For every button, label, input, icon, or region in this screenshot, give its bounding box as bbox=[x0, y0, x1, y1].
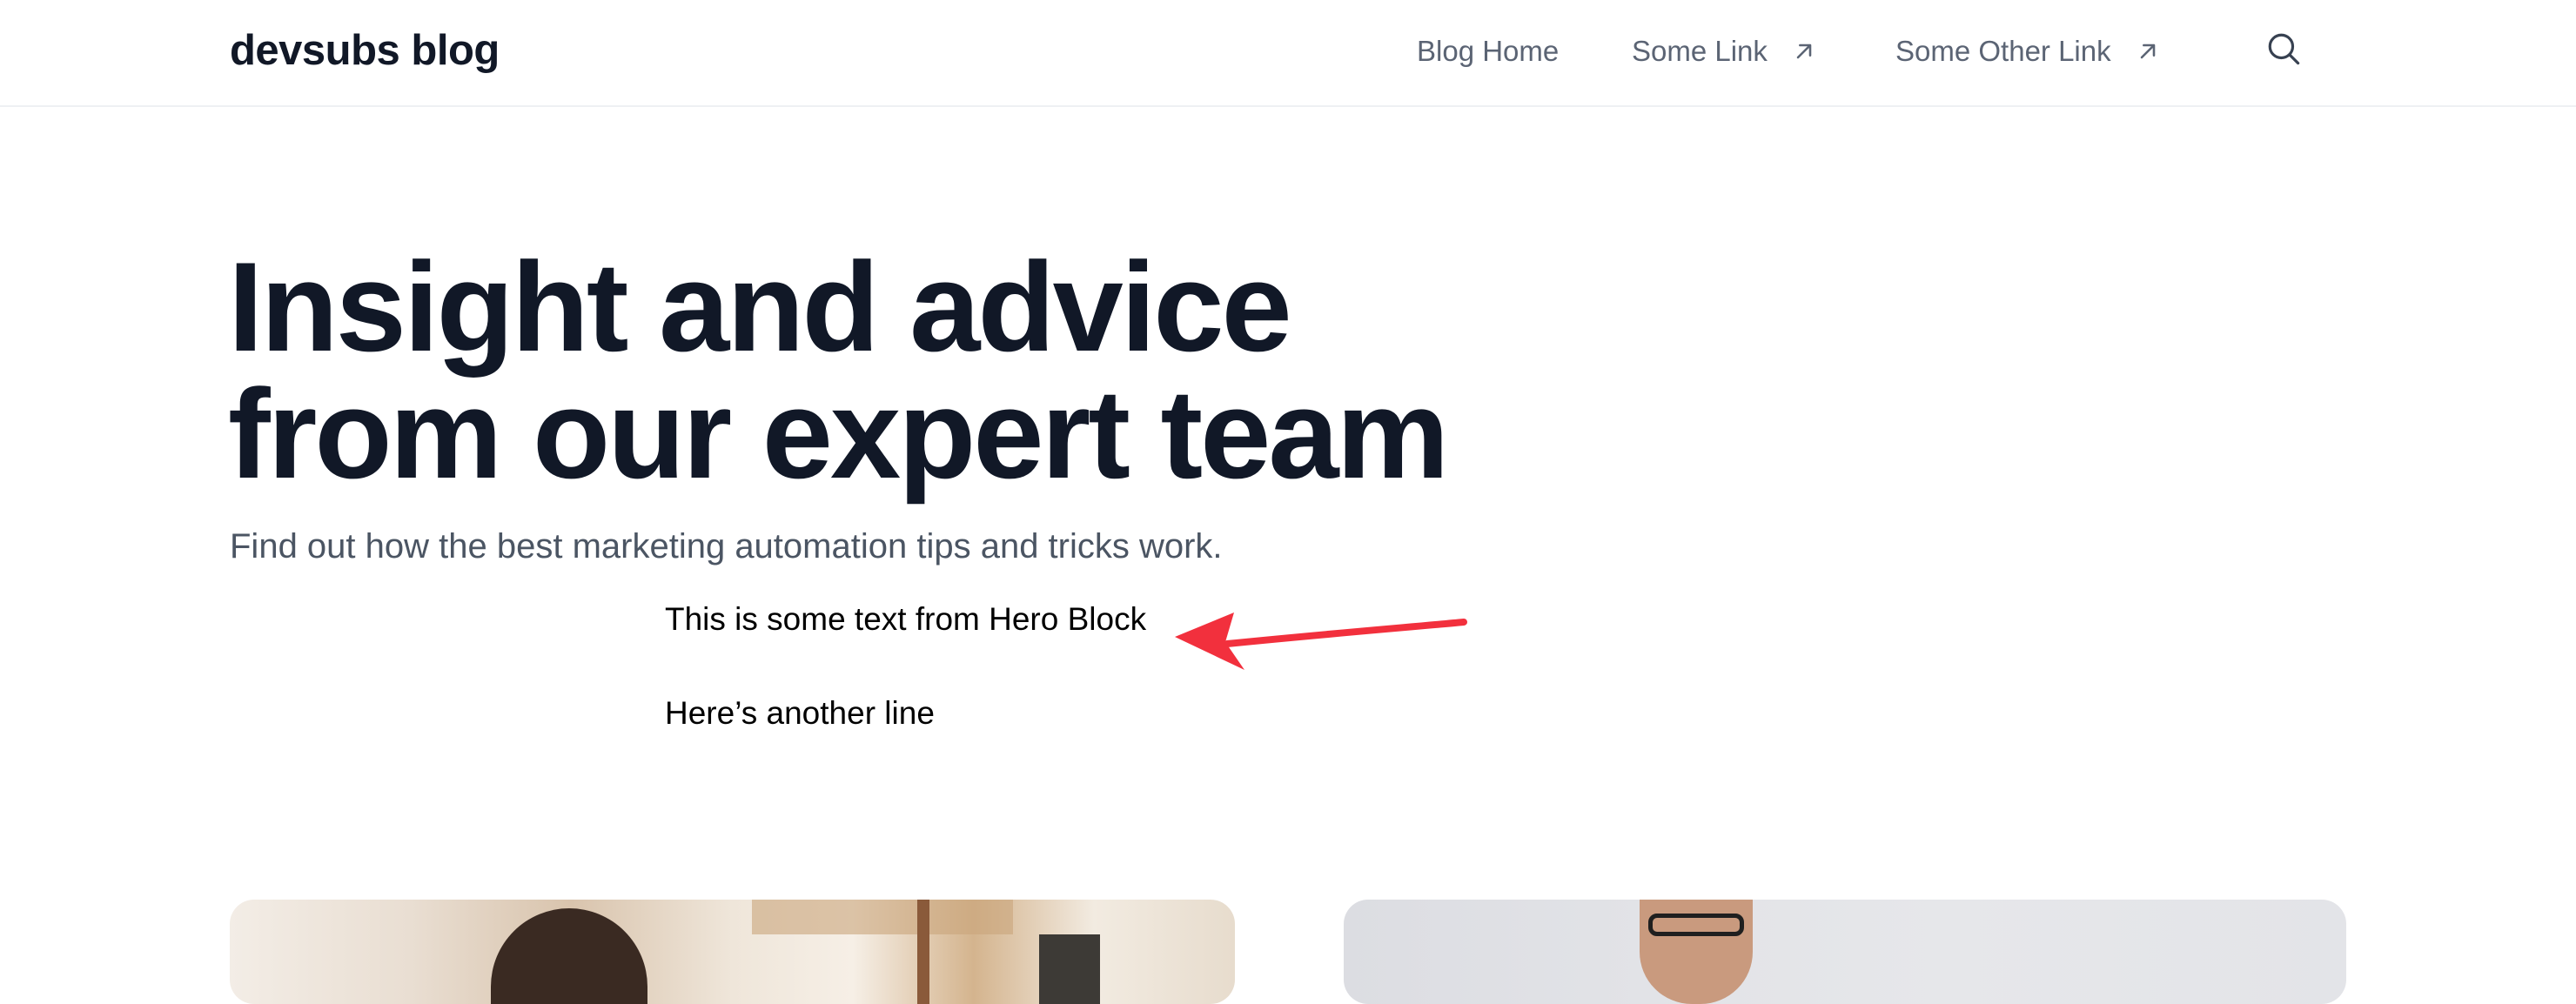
site-header: devsubs blog Blog Home Some Link Some Ot… bbox=[0, 0, 2576, 107]
nav-blog-home-label: Blog Home bbox=[1417, 35, 1560, 67]
brand-logo[interactable]: devsubs blog bbox=[230, 24, 500, 77]
arrow-up-right-icon bbox=[1796, 44, 1812, 59]
post-card-image[interactable] bbox=[230, 900, 1235, 1004]
glasses-detail bbox=[1648, 914, 1744, 936]
nav-some-other-link-label: Some Other Link bbox=[1895, 35, 2111, 67]
photo-shelf bbox=[752, 900, 1013, 934]
photo-easel bbox=[917, 900, 929, 1004]
hero-title: Insight and advice from our expert team bbox=[228, 244, 1533, 498]
hero-subtitle: Find out how the best marketing automati… bbox=[230, 527, 1223, 566]
hero-title-line-2: from our expert team bbox=[228, 363, 1449, 505]
hero-block-text-line-2: Here’s another line bbox=[665, 695, 935, 731]
search-icon[interactable] bbox=[2265, 30, 2302, 67]
post-card-image[interactable] bbox=[1344, 900, 2346, 1004]
hero-title-line-1: Insight and advice bbox=[228, 236, 1292, 378]
nav-some-other-link[interactable]: Some Other Link bbox=[1895, 30, 2160, 73]
nav-blog-home[interactable]: Blog Home bbox=[1417, 30, 1559, 73]
nav-some-link-label: Some Link bbox=[1632, 35, 1768, 67]
hero-block-text-line-1: This is some text from Hero Block bbox=[665, 601, 1147, 637]
red-arrow-annotation bbox=[1175, 612, 1467, 670]
arrow-up-right-icon bbox=[2140, 44, 2155, 59]
nav-some-link[interactable]: Some Link bbox=[1632, 30, 1816, 73]
woman-working-photo bbox=[491, 908, 647, 1004]
photo-frame bbox=[1039, 934, 1100, 1004]
